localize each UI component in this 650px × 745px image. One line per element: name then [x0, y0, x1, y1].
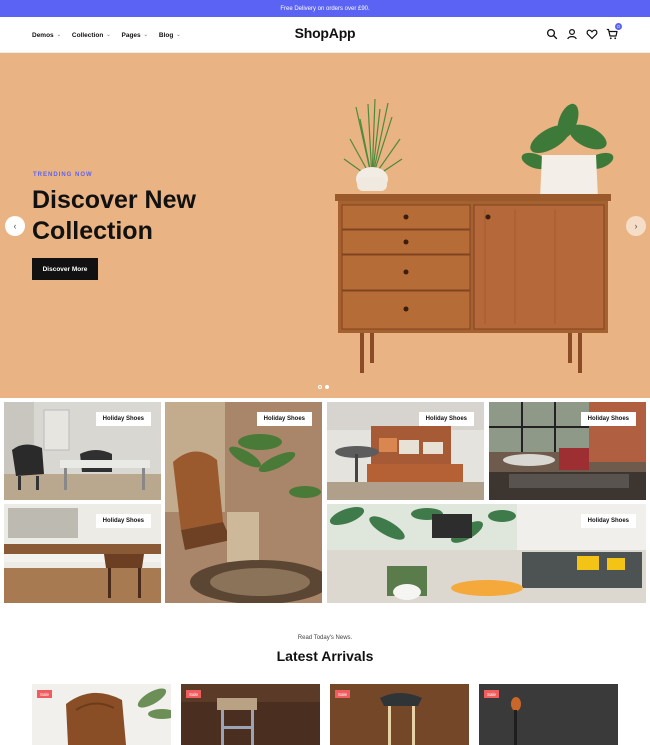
product-card[interactable]: Sale [32, 684, 171, 745]
chevron-left-icon: ‹ [13, 221, 17, 231]
collection-label: Holiday Shoes [580, 514, 636, 528]
section-title: Latest Arrivals [276, 648, 374, 664]
slider-next-button[interactable]: › [626, 216, 646, 236]
chevron-down-icon: ⌄ [106, 32, 111, 38]
hero-title: Discover New Collection [32, 186, 196, 245]
discover-more-button[interactable]: Discover More [32, 258, 98, 280]
main-nav: Demos ⌄ Collection ⌄ Pages ⌄ Blog ⌄ [32, 17, 181, 53]
sideboard-image [335, 99, 614, 373]
announcement-text: Free Delivery on orders over £90. [280, 5, 370, 12]
nav-item-label: Pages [121, 31, 141, 39]
collection-label: Holiday Shoes [580, 412, 636, 426]
site-logo[interactable]: ShopApp [295, 25, 356, 41]
chevron-down-icon: ⌄ [143, 32, 148, 38]
collection-tile[interactable]: Holiday Shoes [4, 402, 161, 500]
collection-tile[interactable]: Holiday Shoes [165, 402, 322, 603]
nav-item-collection[interactable]: Collection ⌄ [72, 32, 111, 39]
slider-dot[interactable] [318, 385, 322, 389]
slider-dots [318, 385, 329, 389]
collection-label: Holiday Shoes [418, 412, 474, 426]
nav-item-label: Demos [32, 31, 54, 39]
product-image [330, 684, 469, 745]
chevron-down-icon: ⌄ [56, 32, 61, 38]
sale-badge: Sale [186, 690, 202, 698]
search-icon[interactable] [546, 27, 558, 40]
collection-label: Holiday Shoes [95, 412, 151, 426]
site-header: Demos ⌄ Collection ⌄ Pages ⌄ Blog ⌄ Shop… [0, 17, 650, 53]
cart-icon[interactable]: 0 [606, 23, 622, 40]
product-image [479, 684, 618, 745]
chevron-right-icon: › [634, 221, 638, 231]
hero-eyebrow: TRENDING NOW [33, 172, 93, 178]
heart-icon[interactable] [586, 27, 598, 40]
header-actions: 0 [546, 23, 622, 40]
nav-item-pages[interactable]: Pages ⌄ [122, 32, 148, 39]
nav-item-label: Collection [71, 31, 104, 39]
slider-prev-button[interactable]: ‹ [5, 216, 25, 236]
announcement-bar: Free Delivery on orders over £90. [0, 0, 650, 17]
sale-badge: Sale [335, 690, 351, 698]
hero-slider: TRENDING NOW Discover New Collection Dis… [0, 53, 650, 398]
product-image [32, 684, 171, 745]
cart-count-badge: 0 [615, 23, 622, 30]
collection-label: Holiday Shoes [256, 412, 312, 426]
collection-tile[interactable]: Holiday Shoes [327, 402, 484, 500]
product-card[interactable]: Sale [479, 684, 618, 745]
product-card[interactable]: Sale [181, 684, 320, 745]
sale-badge: Sale [37, 690, 53, 698]
collection-label: Holiday Shoes [95, 514, 151, 528]
user-icon[interactable] [566, 27, 578, 40]
nav-item-demos[interactable]: Demos ⌄ [32, 32, 61, 39]
sale-badge: Sale [484, 690, 500, 698]
nav-item-label: Blog [158, 31, 174, 39]
collection-image [165, 402, 322, 603]
nav-item-blog[interactable]: Blog ⌄ [159, 32, 181, 39]
collection-tile[interactable]: Holiday Shoes [4, 504, 161, 603]
slider-dot[interactable] [325, 385, 329, 389]
product-card[interactable]: Sale [330, 684, 469, 745]
product-image [181, 684, 320, 745]
chevron-down-icon: ⌄ [176, 32, 181, 38]
collection-tile[interactable]: Holiday Shoes [489, 402, 646, 500]
section-subtitle: Read Today's News. [297, 635, 353, 641]
collection-tile[interactable]: Holiday Shoes [327, 504, 646, 603]
